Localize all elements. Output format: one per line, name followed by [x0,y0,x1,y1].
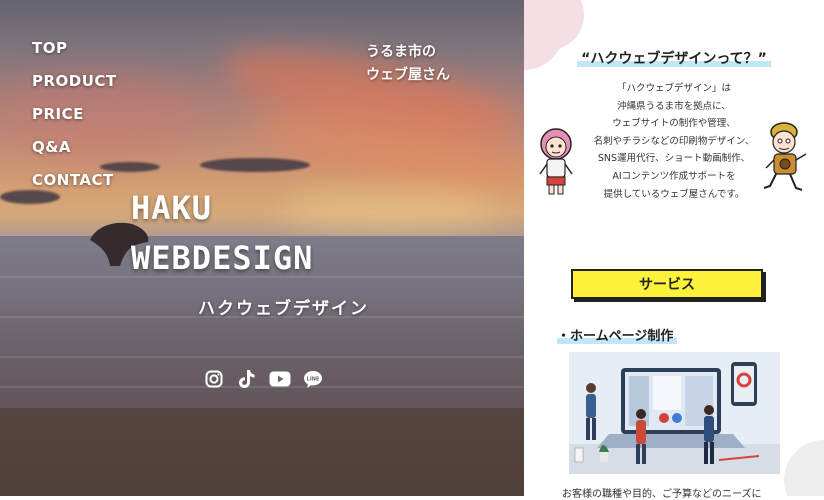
tiktok-icon[interactable] [236,368,258,390]
about-title: “ハクウェブデザインって？” [524,48,824,68]
brand-title: HAKU WEBDESIGN [131,183,313,283]
nav-item-qa[interactable]: Q&A [32,138,71,156]
instagram-icon[interactable] [203,368,225,390]
services-button[interactable]: サービス [571,269,763,299]
mascot-girl-illustration [539,128,573,195]
brand-kana: ハクウェブデザイン [198,299,369,319]
svg-text:LINE: LINE [307,376,320,382]
social-links: LINE [203,368,324,390]
service-description-text: お客様の職種や目的、ご予算などのニーズに [562,489,762,500]
mascot-boy-illustration [763,122,807,191]
hero-tagline: うるま市の ウェブ屋さん [366,44,450,83]
brand-line-1: HAKU [131,189,213,227]
decor-blob [784,440,824,496]
hero-section: TOP PRODUCT PRICE Q&A CONTACT うるま市の ウェブ屋… [0,0,524,496]
homepage-production-heading: ・ホームページ制作 [557,325,678,344]
nav-item-contact[interactable]: CONTACT [32,171,114,189]
brand-line-2: WEBDESIGN [131,239,314,277]
web-design-illustration [569,352,780,474]
line-icon[interactable]: LINE [302,368,324,390]
main-nav: TOP PRODUCT PRICE Q&A CONTACT [32,38,117,203]
nav-item-product[interactable]: PRODUCT [32,72,117,90]
nav-item-top[interactable]: TOP [32,39,67,57]
nav-item-price[interactable]: PRICE [32,105,84,123]
youtube-icon[interactable] [269,368,291,390]
